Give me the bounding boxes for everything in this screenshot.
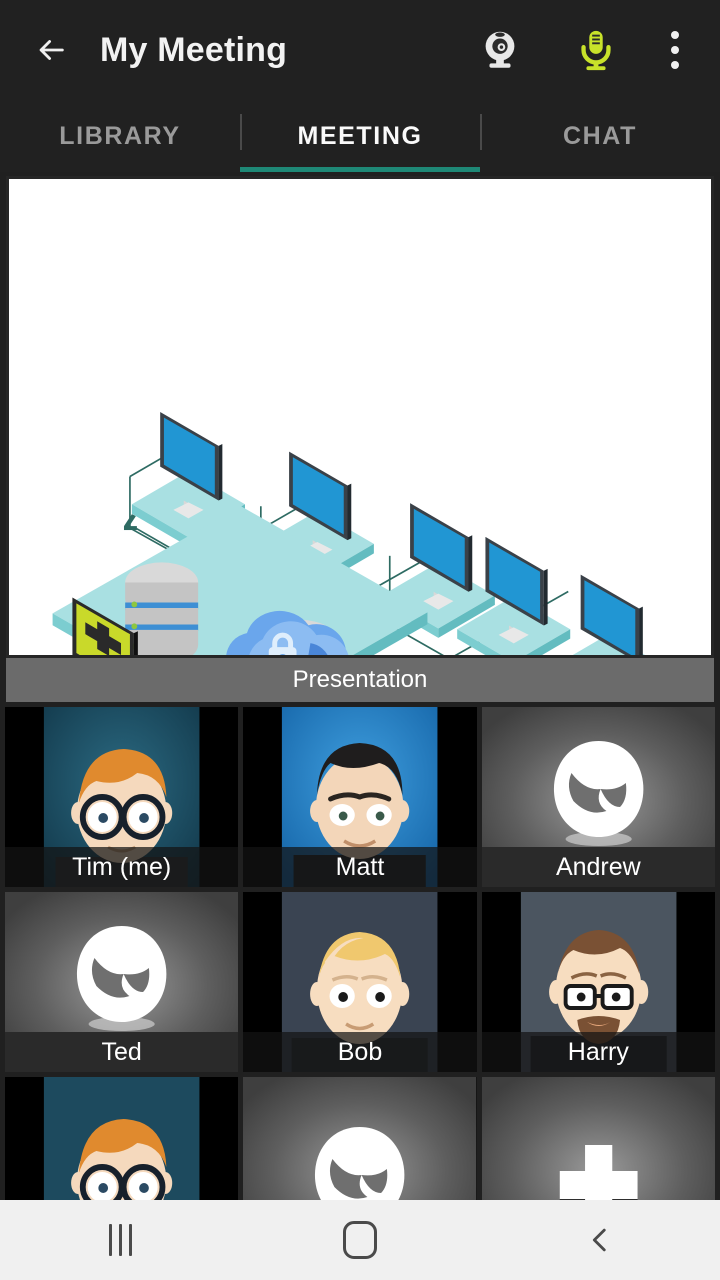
participant-name: Andrew bbox=[481, 847, 715, 887]
meeting-screen: My Meeting LIBRARY MEETING CHAT Presenta… bbox=[0, 0, 720, 1280]
recents-bar bbox=[128, 1224, 132, 1256]
kebab-dot bbox=[671, 46, 679, 54]
plus-icon bbox=[481, 1077, 715, 1200]
participant-tile-matt[interactable]: Matt bbox=[243, 707, 477, 887]
home-icon bbox=[343, 1221, 377, 1259]
tab-bar: LIBRARY MEETING CHAT bbox=[0, 100, 720, 172]
recents-bar bbox=[108, 1224, 112, 1256]
tab-label: MEETING bbox=[297, 121, 423, 150]
presentation-stage[interactable] bbox=[6, 176, 714, 658]
avatar-tim bbox=[5, 1077, 239, 1200]
tab-library[interactable]: LIBRARY bbox=[0, 100, 240, 172]
participant-name: Harry bbox=[481, 1032, 715, 1072]
recents-bar bbox=[118, 1224, 122, 1256]
participant-tile-tim-overflow[interactable] bbox=[5, 1077, 239, 1200]
tab-chat[interactable]: CHAT bbox=[480, 100, 720, 172]
arrow-left-icon bbox=[39, 40, 64, 60]
home-button[interactable] bbox=[240, 1200, 480, 1280]
participant-tile-harry[interactable]: Harry bbox=[481, 892, 715, 1072]
microphone-toggle-button[interactable] bbox=[566, 20, 626, 80]
participant-tile-andrew[interactable]: Andrew bbox=[481, 707, 715, 887]
tab-meeting[interactable]: MEETING bbox=[240, 100, 480, 172]
participant-name: Ted bbox=[5, 1032, 239, 1072]
participant-name: Bob bbox=[243, 1032, 477, 1072]
system-nav-bar bbox=[0, 1200, 720, 1280]
tab-label: CHAT bbox=[563, 121, 637, 150]
participant-name: Tim (me) bbox=[5, 847, 239, 887]
recents-icon bbox=[108, 1224, 132, 1256]
kebab-dot bbox=[671, 31, 679, 39]
recents-button[interactable] bbox=[0, 1200, 240, 1280]
overflow-menu-button[interactable] bbox=[652, 20, 698, 80]
presentation-label: Presentation bbox=[6, 658, 714, 702]
add-participant-tile[interactable] bbox=[481, 1077, 715, 1200]
microphone-icon bbox=[581, 30, 611, 71]
avatar-placeholder bbox=[243, 1077, 477, 1200]
participant-tile-placeholder-overflow[interactable] bbox=[243, 1077, 477, 1200]
participant-tile-ted[interactable]: Ted bbox=[5, 892, 239, 1072]
participant-tile-tim[interactable]: Tim (me) bbox=[5, 707, 239, 887]
tab-label: LIBRARY bbox=[59, 121, 181, 150]
participant-grid: Tim (me) Matt Andrew Ted Bob Harry bbox=[0, 702, 720, 1200]
webcam-icon bbox=[485, 31, 515, 68]
page-title: My Meeting bbox=[100, 30, 288, 69]
system-back-button[interactable] bbox=[480, 1200, 720, 1280]
app-bar: My Meeting bbox=[0, 0, 720, 100]
back-chevron-icon bbox=[592, 1228, 606, 1252]
back-button[interactable] bbox=[28, 27, 74, 73]
network-diagram bbox=[52, 411, 666, 655]
person-silhouette-icon bbox=[243, 1077, 477, 1200]
add-participant-media bbox=[481, 1077, 715, 1200]
video-feed bbox=[5, 1077, 239, 1200]
participant-name: Matt bbox=[243, 847, 477, 887]
camera-toggle-button[interactable] bbox=[470, 20, 530, 80]
kebab-dot bbox=[671, 61, 679, 69]
participant-tile-bob[interactable]: Bob bbox=[243, 892, 477, 1072]
presentation-panel: Presentation bbox=[0, 172, 720, 702]
